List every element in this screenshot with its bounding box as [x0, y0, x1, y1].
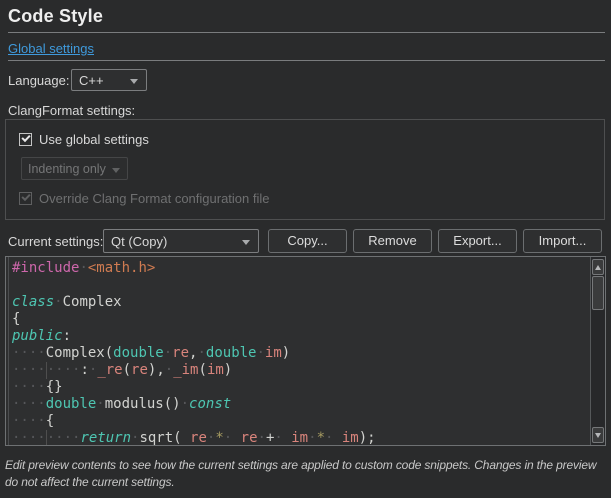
code-preview-editor[interactable]: #include·<math.h> class·Complex{public:·… [5, 256, 606, 446]
global-settings-link[interactable]: Global settings [8, 41, 94, 56]
link-separator [8, 60, 605, 61]
override-clangformat-label: Override Clang Format configuration file [39, 191, 270, 206]
language-combo[interactable]: C++ [71, 69, 147, 91]
checkbox-checked-icon [19, 133, 32, 146]
current-settings-combo-value: Qt (Copy) [111, 234, 167, 249]
help-text-line: do not affect the current settings. [5, 474, 596, 491]
code-line: ····Complex(double·re,·double·im) [12, 345, 376, 362]
code-line: ····double·modulus()·const [12, 396, 376, 413]
copy-button[interactable]: Copy... [268, 229, 347, 253]
chevron-down-icon [242, 240, 250, 245]
current-settings-label: Current settings: [8, 234, 103, 249]
code-line: ····{} [12, 379, 376, 396]
export-button[interactable]: Export... [438, 229, 517, 253]
clangformat-settings-label: ClangFormat settings: [8, 103, 135, 118]
page-title: Code Style [8, 6, 103, 27]
code-line: public: [12, 328, 376, 345]
code-line: ········:·_re(re),·_im(im) [12, 362, 376, 379]
code-content[interactable]: #include·<math.h> class·Complex{public:·… [12, 260, 376, 446]
current-settings-combo[interactable]: Qt (Copy) [103, 229, 259, 253]
override-clangformat-checkbox: Override Clang Format configuration file [19, 191, 270, 206]
chevron-down-icon [130, 79, 138, 84]
indenting-combo: Indenting only [21, 157, 128, 180]
scrollbar-thumb[interactable] [592, 276, 604, 310]
code-line: { [12, 311, 376, 328]
help-text-line: Edit preview contents to see how the cur… [5, 457, 596, 474]
chevron-down-icon [112, 168, 120, 173]
code-line [12, 277, 376, 294]
scrollbar-up-icon[interactable] [592, 259, 604, 275]
code-line: ····{ [12, 413, 376, 430]
title-separator [8, 32, 605, 33]
language-label: Language: [8, 73, 69, 88]
scrollbar-down-icon[interactable] [592, 427, 604, 443]
remove-button[interactable]: Remove [353, 229, 432, 253]
code-line: #include·<math.h> [12, 260, 376, 277]
language-combo-value: C++ [79, 73, 104, 88]
use-global-settings-label: Use global settings [39, 132, 149, 147]
code-line: class·Complex [12, 294, 376, 311]
code-line: ········return·sqrt(_re·*·_re·+·_im·*·_i… [12, 430, 376, 446]
help-text: Edit preview contents to see how the cur… [5, 457, 596, 491]
use-global-settings-checkbox[interactable]: Use global settings [19, 132, 149, 147]
indenting-combo-value: Indenting only [28, 162, 106, 176]
checkbox-checked-icon [19, 192, 32, 205]
editor-scrollbar[interactable] [590, 257, 605, 445]
import-button[interactable]: Import... [523, 229, 602, 253]
